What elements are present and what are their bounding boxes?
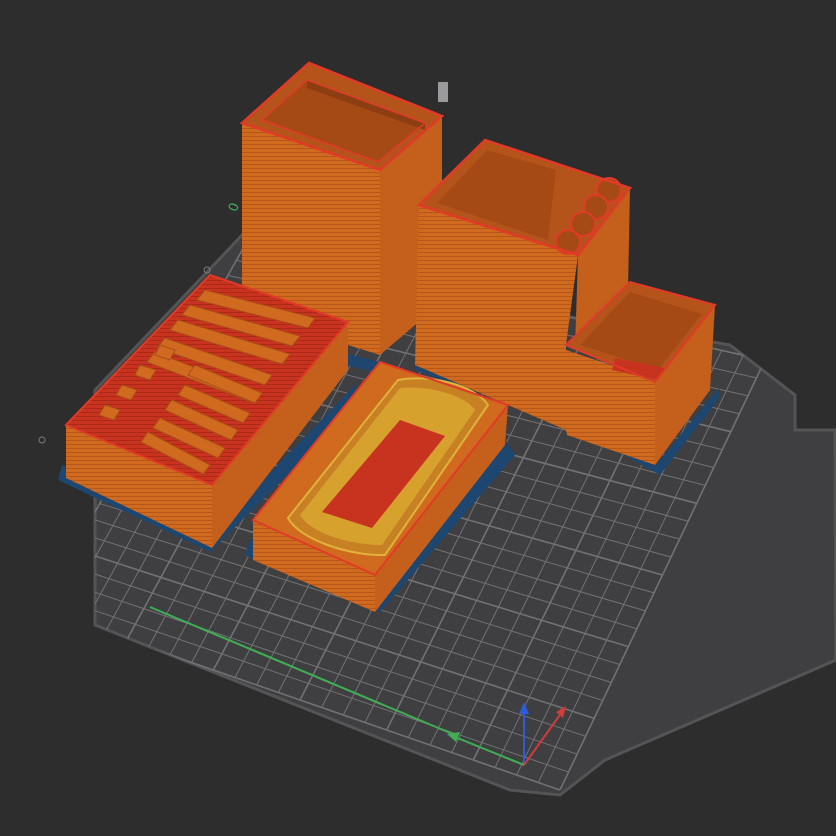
print-scene[interactable]: 0 [0, 0, 836, 836]
bed-origin-marker-icon: 0 [226, 201, 243, 214]
3d-viewport[interactable]: 0 [0, 0, 836, 836]
wipe-tower-icon [438, 82, 448, 102]
bed-screw-icon [38, 436, 46, 444]
